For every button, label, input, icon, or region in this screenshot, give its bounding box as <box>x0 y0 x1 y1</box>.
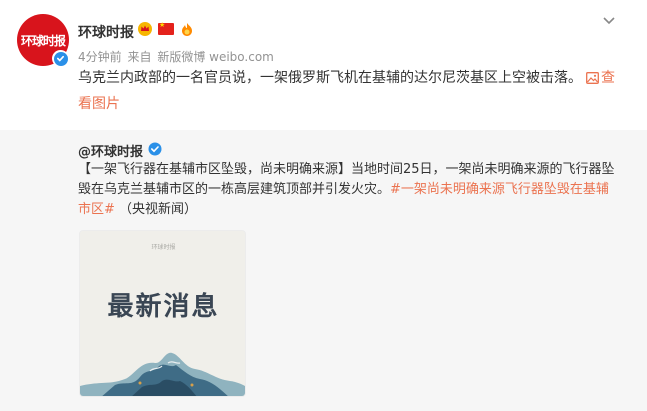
verified-icon <box>148 142 162 160</box>
chevron-down-icon[interactable] <box>601 12 617 28</box>
mountains-illustration <box>80 352 245 396</box>
fan-badge-icon[interactable] <box>179 21 195 37</box>
thumbnail-logo-text: 环球时报 <box>151 244 176 251</box>
china-flag-icon <box>158 21 174 37</box>
source-prefix: 来自 <box>127 50 152 64</box>
author-name[interactable]: 环球时报 <box>78 22 134 42</box>
post-time[interactable]: 4分钟前 <box>78 50 122 64</box>
image-icon <box>586 68 599 92</box>
verified-icon <box>52 50 69 67</box>
post-text: 乌克兰内政部的一名官员说，一架俄罗斯飞机在基辅的达尔尼茨基区上空被击落。 <box>78 70 582 86</box>
repost-content: 【一架飞行器在基辅市区坠毁，尚未明确来源】当地时间25日，一架尚未明确来源的飞行… <box>78 160 620 220</box>
vip-crown-icon[interactable] <box>137 21 153 37</box>
repost-author-name[interactable]: @环球时报 <box>78 141 143 160</box>
post-source[interactable]: 新版微博 weibo.com <box>157 50 274 64</box>
repost-card[interactable]: @环球时报 【一架飞行器在基辅市区坠毁，尚未明确来源】当地时间25日，一架尚未明… <box>0 130 647 411</box>
avatar-logo-text: 环球时报 <box>20 33 66 48</box>
author-badges <box>137 21 195 37</box>
thumbnail-title: 最新消息 <box>107 292 220 322</box>
post-content: 乌克兰内政部的一名官员说，一架俄罗斯飞机在基辅的达尔尼茨基区上空被击落。 查看图片 <box>78 66 620 116</box>
weibo-post: 环球时报 环球时报 4分钟前 来自 新版微博 weibo.com <box>0 0 647 130</box>
post-meta: 4分钟前 来自 新版微博 weibo.com <box>78 48 276 65</box>
repost-author[interactable]: @环球时报 <box>78 141 162 160</box>
repost-source-note: （央视新闻） <box>119 202 198 217</box>
repost-image[interactable]: 环球时报 最新消息 <box>79 230 246 397</box>
